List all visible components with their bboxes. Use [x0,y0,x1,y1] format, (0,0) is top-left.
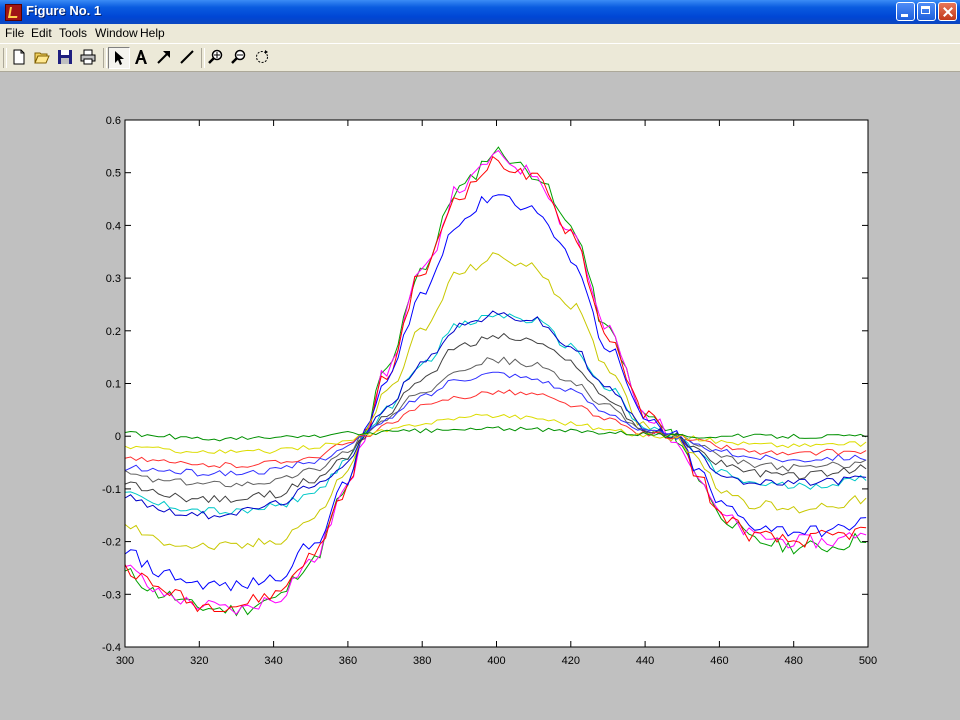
series-line-2 [124,149,867,615]
y-tick-label: 0.2 [106,326,121,338]
x-tick-label: 440 [636,655,654,667]
axes-frame [124,119,869,648]
y-tick-label: 0.6 [106,115,121,127]
y-tick-label: -0.1 [102,484,121,496]
x-tick-label: 400 [487,655,505,667]
x-tick-label: 300 [116,655,134,667]
x-tick-label: 320 [190,655,208,667]
y-tick-label: -0.2 [102,537,121,549]
y-tick-label: 0.5 [106,168,121,180]
x-tick-label: 340 [264,655,282,667]
x-tick-label: 500 [859,655,877,667]
series-line-13 [124,426,867,442]
x-tick-label: 360 [339,655,357,667]
y-tick-label: 0.3 [106,273,121,285]
series-line-10 [124,371,867,477]
series-line-1 [124,146,867,617]
series-line-5 [124,252,867,551]
x-tick-label: 380 [413,655,431,667]
y-tick-label: -0.3 [102,589,121,601]
line-chart: 300 320 340 360 380 400 420 440 460 480 500 -0.4 -0.… [102,115,877,667]
x-tick-label: 460 [710,655,728,667]
x-tick-label: 480 [785,655,803,667]
y-tick-label: 0.1 [106,379,121,391]
y-tick-label: 0.4 [106,220,121,232]
series-line-11 [124,389,867,469]
series-line-6 [124,313,867,515]
y-tick-label: -0.4 [102,642,121,654]
y-tick-label: 0 [115,431,121,443]
series-line-7 [124,310,867,520]
x-tick-label: 420 [562,655,580,667]
series-line-8 [124,332,867,504]
